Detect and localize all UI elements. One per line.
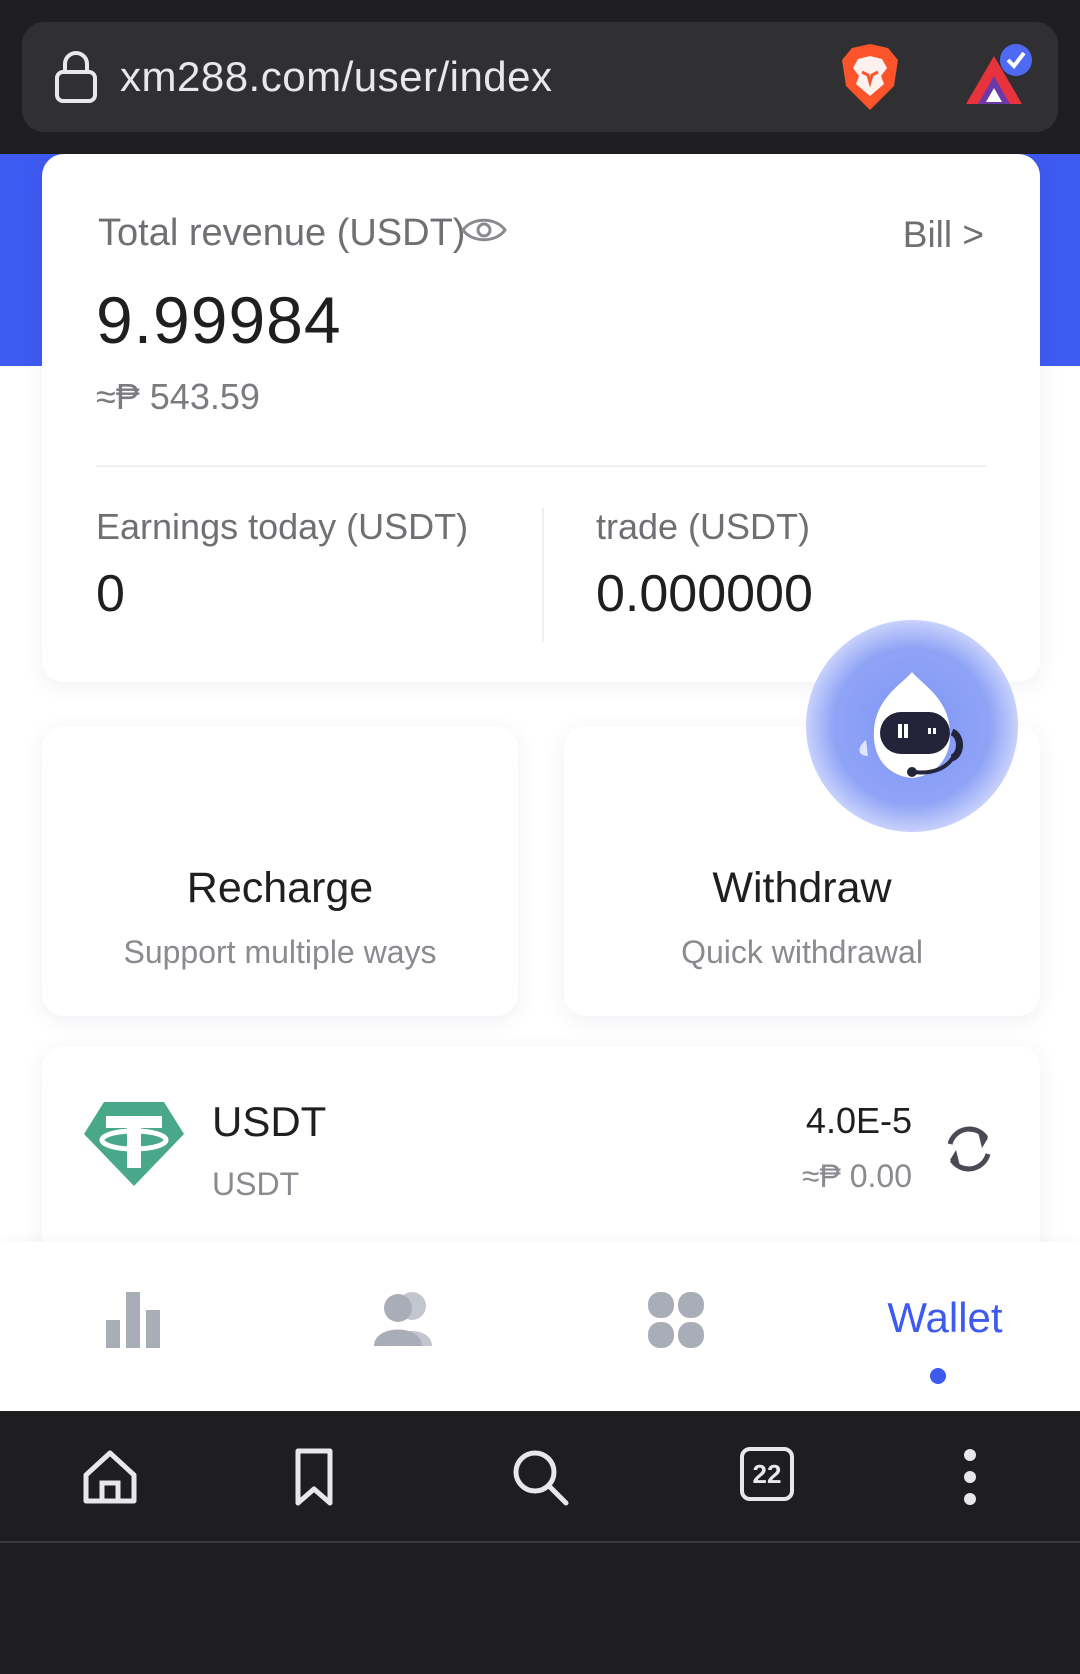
asset-symbol: USDT: [212, 1166, 300, 1202]
tab-wallet-label: Wallet: [887, 1294, 1003, 1341]
brave-shields-icon[interactable]: [838, 42, 902, 112]
tab-wallet[interactable]: Wallet: [810, 1242, 1080, 1411]
recharge-title: Recharge: [186, 864, 374, 912]
tab-markets[interactable]: [0, 1242, 270, 1411]
divider: [542, 508, 544, 642]
recharge-subtitle: Support multiple ways: [123, 934, 437, 970]
url-text[interactable]: xm288.com/user/index: [120, 49, 553, 105]
divider: [96, 465, 986, 467]
eye-icon[interactable]: [460, 214, 508, 246]
more-menu-icon[interactable]: [940, 1447, 1000, 1507]
withdraw-subtitle: Quick withdrawal: [681, 934, 923, 970]
asset-fiat-value: ≈₱ 0.00: [801, 1158, 912, 1194]
address-bar[interactable]: xm288.com/user/index: [22, 22, 1058, 132]
browser-top-bar: xm288.com/user/index: [0, 0, 1080, 154]
earnings-today-label: Earnings today (USDT): [96, 506, 469, 547]
refresh-icon[interactable]: [942, 1122, 996, 1176]
web-page: Total revenue (USDT) Bill > 9.99984 ≈₱ 5…: [0, 154, 1080, 1411]
people-icon: [374, 1292, 432, 1346]
asset-amount: 4.0E-5: [805, 1100, 912, 1141]
asset-row-usdt[interactable]: USDT USDT 4.0E-5 ≈₱ 0.00: [42, 1046, 1040, 1266]
active-tab-indicator: [930, 1368, 946, 1384]
asset-name: USDT: [212, 1098, 327, 1145]
tether-usdt-icon: [84, 1102, 184, 1186]
total-revenue-label: Total revenue (USDT): [98, 212, 466, 254]
tab-team[interactable]: [270, 1242, 540, 1411]
trade-value: 0.000000: [596, 565, 813, 623]
bar-chart-icon: [106, 1292, 160, 1348]
system-navigation-area: [0, 1545, 1080, 1674]
browser-bottom-toolbar: 22: [0, 1411, 1080, 1543]
bottom-tab-bar: Wallet: [0, 1242, 1080, 1411]
bill-link[interactable]: Bill >: [903, 214, 984, 256]
tab-apps[interactable]: [540, 1242, 810, 1411]
trade-label: trade (USDT): [596, 506, 811, 547]
brave-rewards-icon[interactable]: [960, 42, 1040, 112]
total-revenue-value: 9.99984: [96, 283, 342, 357]
total-revenue-fiat: ≈₱ 543.59: [96, 376, 260, 417]
tabs-count-button[interactable]: 22: [740, 1447, 794, 1501]
bookmark-icon[interactable]: [284, 1447, 344, 1507]
earnings-today-value: 0: [96, 565, 125, 623]
recharge-button[interactable]: Recharge Support multiple ways: [42, 726, 518, 1016]
customer-service-robot-icon[interactable]: [806, 620, 1018, 832]
search-icon[interactable]: [510, 1447, 570, 1507]
home-icon[interactable]: [80, 1447, 140, 1507]
revenue-summary-card: Total revenue (USDT) Bill > 9.99984 ≈₱ 5…: [42, 154, 1040, 682]
withdraw-title: Withdraw: [712, 864, 892, 912]
apps-grid-icon: [648, 1292, 704, 1348]
lock-icon: [55, 51, 97, 103]
